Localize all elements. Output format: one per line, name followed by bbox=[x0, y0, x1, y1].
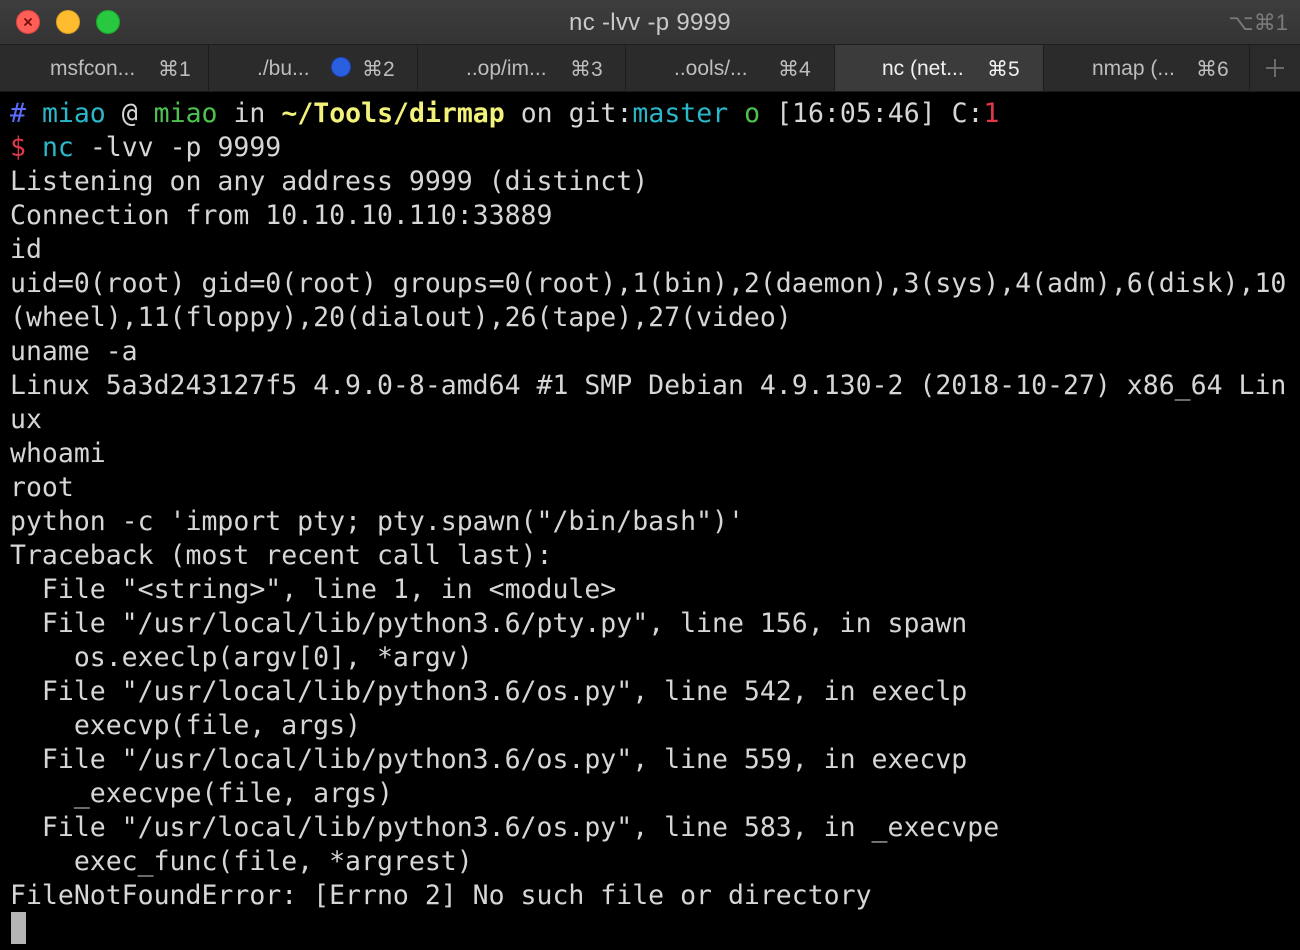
new-tab-button[interactable] bbox=[1250, 45, 1300, 91]
activity-indicator-icon bbox=[331, 57, 351, 77]
command-name: nc bbox=[41, 132, 74, 163]
output-line: exec_func(file, *argrest) bbox=[10, 846, 473, 877]
output-line: File "/usr/local/lib/python3.6/pty.py", … bbox=[10, 608, 968, 639]
tab-shortcut: ⌘2 bbox=[362, 58, 395, 81]
terminal-window: nc -lvv -p 9999 ⌥⌘1 msfcon... ⌘1 ./bu...… bbox=[0, 0, 1300, 950]
prompt-at: @ bbox=[121, 98, 138, 129]
window-shortcut: ⌥⌘1 bbox=[1228, 10, 1288, 35]
output-line: (wheel),11(floppy),20(dialout),26(tape),… bbox=[10, 302, 792, 333]
output-line: Connection from 10.10.10.110:33889 bbox=[10, 200, 553, 231]
prompt-exit-code: 1 bbox=[983, 98, 1000, 129]
output-line: os.execlp(argv[0], *argv) bbox=[10, 642, 473, 673]
prompt-line: # miao @ miao in ~/Tools/dirmap on git:m… bbox=[10, 97, 999, 131]
output-line: File "<string>", line 1, in <module> bbox=[10, 574, 617, 605]
tab-shortcut: ⌘6 bbox=[1196, 58, 1229, 81]
tab-1[interactable]: msfcon... ⌘1 bbox=[0, 45, 209, 91]
tab-label: ..op/im... bbox=[466, 57, 547, 80]
tab-label: nc (net... bbox=[882, 57, 964, 80]
prompt-git-prefix: git: bbox=[568, 98, 633, 129]
output-line: Listening on any address 9999 (distinct) bbox=[10, 166, 649, 197]
tab-label: ./bu... bbox=[257, 57, 310, 80]
prompt-git-status: o bbox=[744, 98, 761, 129]
text-cursor bbox=[11, 912, 26, 944]
output-line: root bbox=[10, 472, 74, 503]
prompt-host: miao bbox=[153, 98, 218, 129]
prompt-hash: # bbox=[10, 98, 26, 129]
command-line: $ nc -lvv -p 9999 bbox=[10, 131, 281, 165]
tab-shortcut: ⌘5 bbox=[987, 58, 1020, 81]
prompt-path: ~/Tools/dirmap bbox=[281, 98, 505, 129]
tab-6[interactable]: nmap (... ⌘6 bbox=[1044, 45, 1250, 91]
output-line: File "/usr/local/lib/python3.6/os.py", l… bbox=[10, 676, 968, 707]
tab-4[interactable]: ..ools/... ⌘4 bbox=[626, 45, 835, 91]
output-line: Traceback (most recent call last): bbox=[10, 540, 553, 571]
prompt-code-label: C: bbox=[951, 98, 984, 129]
output-line: python -c 'import pty; pty.spawn("/bin/b… bbox=[10, 506, 744, 537]
terminal-output[interactable]: # miao @ miao in ~/Tools/dirmap on git:m… bbox=[0, 92, 1300, 950]
tab-5[interactable]: nc (net... ⌘5 bbox=[835, 45, 1044, 91]
output-line: uid=0(root) gid=0(root) groups=0(root),1… bbox=[10, 268, 1287, 299]
output-line: File "/usr/local/lib/python3.6/os.py", l… bbox=[10, 812, 1000, 843]
output-line: _execvpe(file, args) bbox=[10, 778, 393, 809]
tab-label: ..ools/... bbox=[674, 57, 748, 80]
output-line: ux bbox=[10, 404, 42, 435]
prompt-branch: master bbox=[632, 98, 729, 129]
command-args: -lvv -p 9999 bbox=[73, 132, 282, 163]
plus-icon bbox=[1266, 59, 1284, 77]
tab-label: nmap (... bbox=[1092, 57, 1175, 80]
output-line: id bbox=[10, 234, 42, 265]
prompt-on: on bbox=[520, 98, 553, 129]
prompt-time: [16:05:46] bbox=[776, 98, 936, 129]
tab-shortcut: ⌘3 bbox=[570, 58, 603, 81]
title-bar[interactable]: nc -lvv -p 9999 ⌥⌘1 bbox=[0, 0, 1300, 45]
tab-3[interactable]: ..op/im... ⌘3 bbox=[418, 45, 626, 91]
tab-shortcut: ⌘4 bbox=[778, 58, 811, 81]
prompt-dollar: $ bbox=[10, 132, 26, 163]
prompt-in: in bbox=[233, 98, 266, 129]
tab-bar: msfcon... ⌘1 ./bu... ⌘2 ..op/im... ⌘3 ..… bbox=[0, 45, 1300, 92]
tab-2[interactable]: ./bu... ⌘2 bbox=[209, 45, 418, 91]
output-line: FileNotFoundError: [Errno 2] No such fil… bbox=[10, 880, 872, 911]
output-line: execvp(file, args) bbox=[10, 710, 361, 741]
output-line: uname -a bbox=[10, 336, 138, 367]
output-line: whoami bbox=[10, 438, 106, 469]
prompt-user: miao bbox=[41, 98, 106, 129]
window-title: nc -lvv -p 9999 bbox=[569, 9, 731, 36]
tab-shortcut: ⌘1 bbox=[158, 58, 191, 81]
output-line: Linux 5a3d243127f5 4.9.0-8-amd64 #1 SMP … bbox=[10, 370, 1287, 401]
tab-label: msfcon... bbox=[50, 57, 136, 80]
output-line: File "/usr/local/lib/python3.6/os.py", l… bbox=[10, 744, 968, 775]
